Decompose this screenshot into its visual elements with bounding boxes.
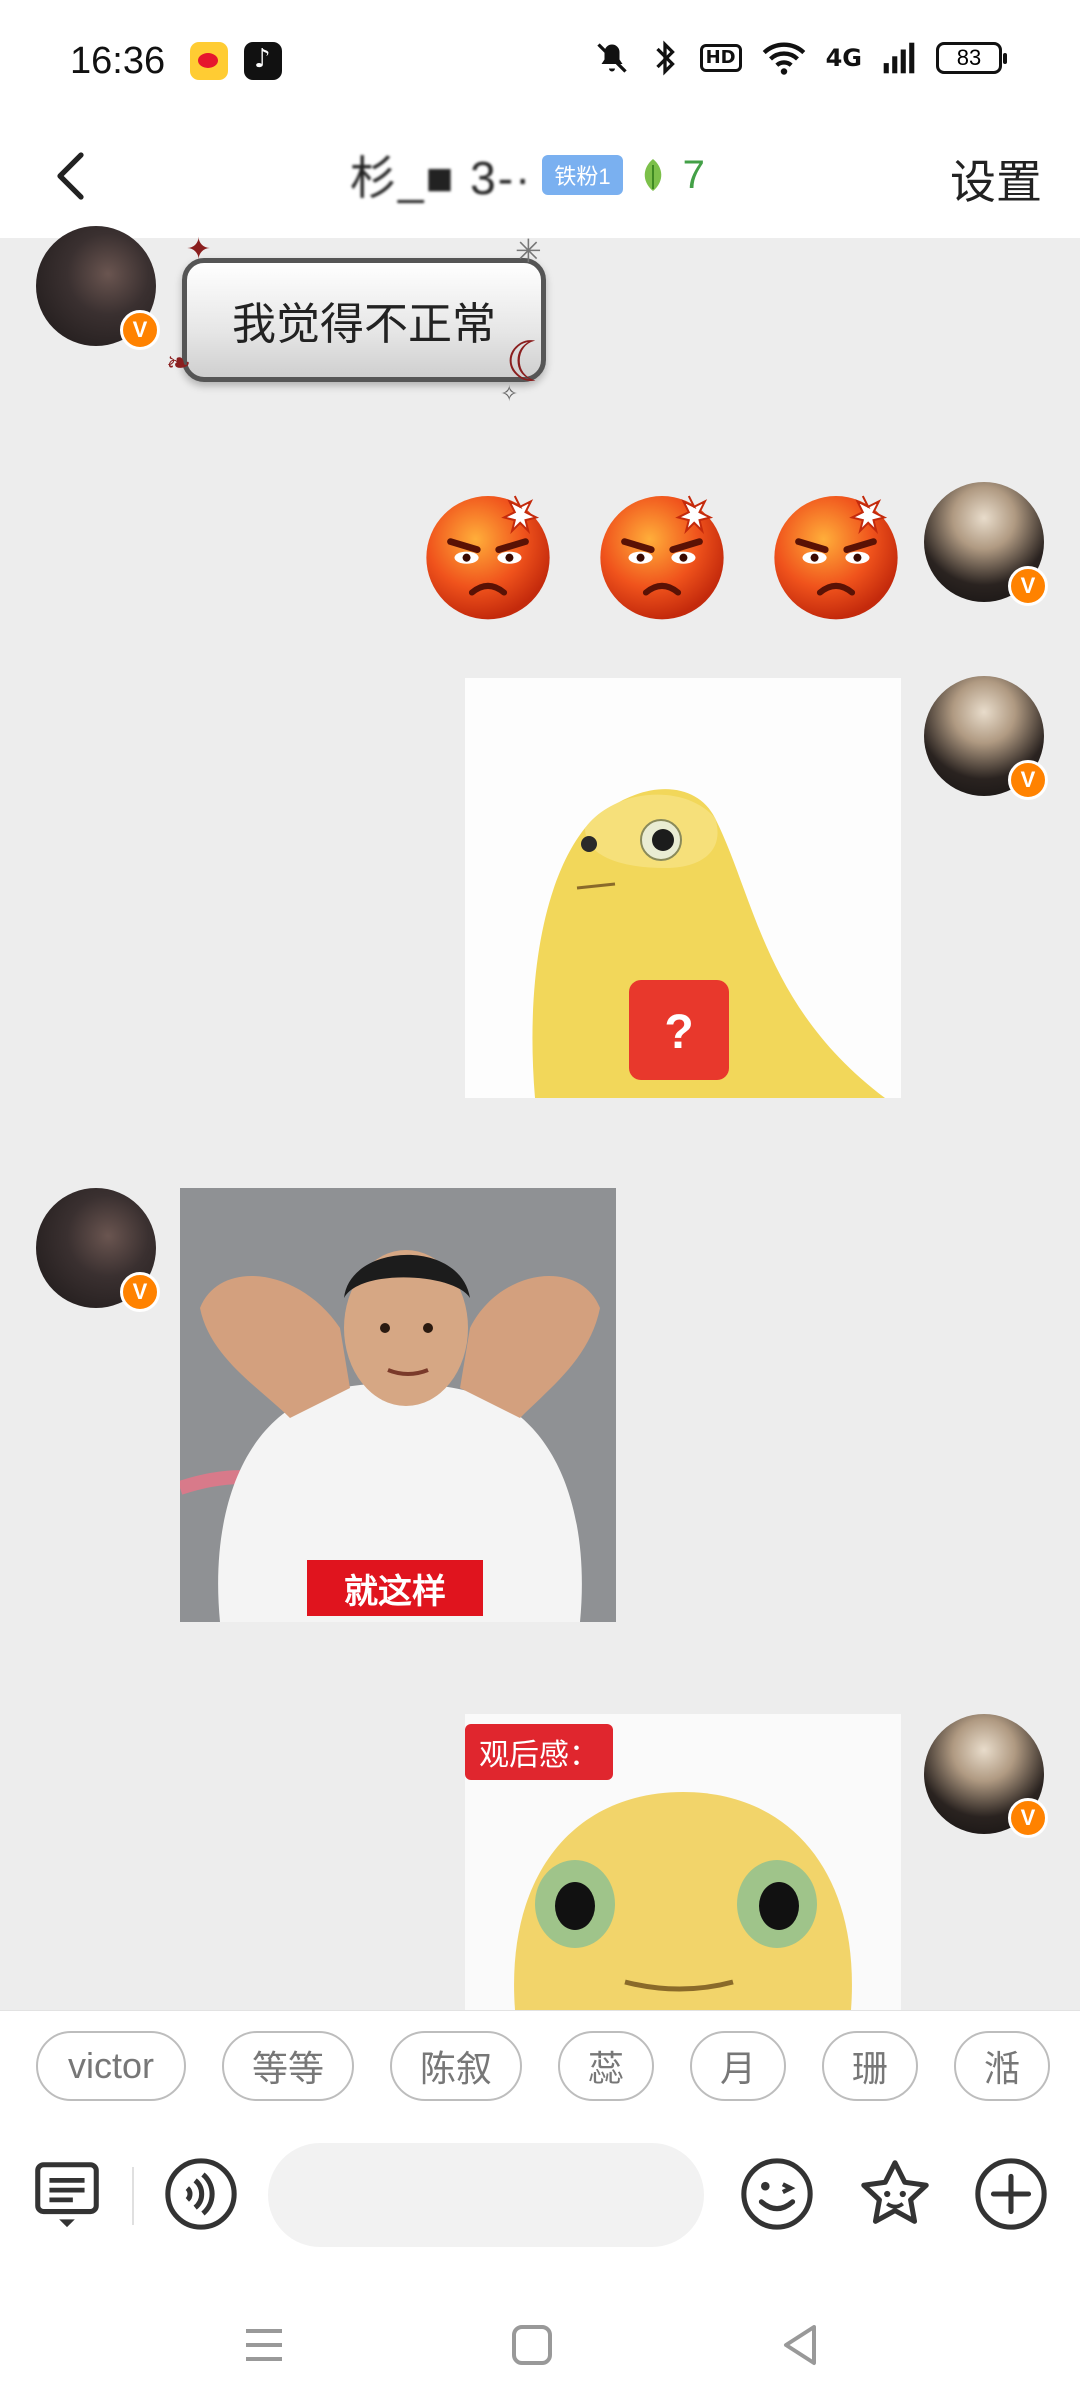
quick-reply-chip[interactable]: 蕊	[558, 2031, 654, 2101]
battery-icon: 83	[936, 42, 1007, 74]
settings-button[interactable]: 设置	[950, 146, 1042, 212]
weibo-app-icon	[190, 42, 228, 80]
yellow-bird-illustration: ?	[532, 789, 885, 1098]
fan-count: 7	[682, 152, 705, 197]
snowflake-decoration-icon: ✳	[515, 232, 542, 270]
chat-title-group[interactable]: 杉_■ 3-· 铁粉1 7	[350, 142, 705, 208]
hd-icon: HD	[699, 44, 742, 72]
quick-reply-chip[interactable]: 湉	[954, 2031, 1050, 2101]
voice-icon[interactable]	[162, 2155, 240, 2233]
quick-reply-chip[interactable]: victor	[36, 2031, 186, 2101]
quick-reply-chip[interactable]: 珊	[822, 2031, 918, 2101]
system-nav-bar	[0, 2275, 1080, 2400]
chat-screen: 16:36 HD 4G 83 杉_■ 3-· 铁粉1 7 设置 V 我觉得不正常…	[0, 0, 1080, 2400]
man-sticker[interactable]: 就这样	[180, 1188, 616, 1622]
bluetooth-icon	[655, 40, 675, 76]
contact-avatar[interactable]: V	[36, 226, 160, 350]
sticker-star-icon[interactable]	[856, 2155, 934, 2233]
man-illustration	[180, 1188, 616, 1622]
quick-reply-chip[interactable]: 月	[690, 2031, 786, 2101]
svg-text:?: ?	[664, 1006, 693, 1059]
chat-header: 杉_■ 3-· 铁粉1 7 设置	[0, 120, 1080, 238]
message-input-bar	[0, 2125, 1080, 2275]
quick-reply-bar: victor 等等 陈叙 蕊 月 珊 湉	[0, 2010, 1080, 2125]
sticker-caption: 观后感：	[465, 1724, 613, 1780]
quick-reply-chip[interactable]: 陈叙	[390, 2031, 522, 2101]
verified-badge-icon: V	[120, 1272, 160, 1312]
signal-icon	[883, 42, 915, 74]
status-time: 16:36	[70, 40, 166, 82]
fan-level-badge: 铁粉1	[542, 155, 623, 195]
input-divider	[132, 2167, 134, 2225]
back-triangle-icon[interactable]	[770, 2315, 830, 2375]
status-icons: HD 4G 83	[594, 40, 1007, 76]
verified-badge-icon: V	[1008, 1798, 1048, 1838]
leaf-icon	[644, 159, 661, 191]
angry-face-emoji-icon[interactable]	[421, 488, 555, 622]
contact-avatar[interactable]: V	[36, 1188, 160, 1312]
ribbon-decoration-icon: ❧	[166, 346, 192, 381]
menu-list-icon[interactable]	[28, 2155, 106, 2233]
message-input[interactable]	[268, 2143, 704, 2247]
home-square-icon[interactable]	[502, 2315, 562, 2375]
battery-level: 83	[956, 45, 982, 70]
yellow-bird-closeup-sticker[interactable]: 观后感：	[465, 1714, 901, 2010]
wifi-icon	[762, 42, 805, 75]
angry-face-emoji-icon[interactable]	[769, 488, 903, 622]
mute-icon	[596, 43, 627, 73]
my-avatar[interactable]: V	[924, 1714, 1048, 1838]
back-arrow-icon[interactable]	[42, 146, 102, 206]
status-bar: 16:36 HD 4G 83	[0, 0, 1080, 120]
angry-face-emoji-icon[interactable]	[595, 488, 729, 622]
star-decoration-icon: ✧	[500, 382, 519, 407]
my-avatar[interactable]: V	[924, 482, 1048, 606]
yellow-bird-question-sticker[interactable]: ?	[465, 678, 901, 1098]
sparkle-decoration-icon: ✦	[186, 232, 212, 267]
quick-reply-chip[interactable]: 等等	[222, 2031, 354, 2101]
douyin-app-icon	[244, 42, 282, 80]
sticker-caption: 就这样	[307, 1560, 483, 1616]
network-type-label: 4G	[825, 44, 862, 72]
emoji-icon[interactable]	[738, 2155, 816, 2233]
chat-title: 杉_■ 3-·	[350, 152, 533, 204]
verified-badge-icon: V	[1008, 760, 1048, 800]
my-avatar[interactable]: V	[924, 676, 1048, 800]
message-bubble-text[interactable]: 我觉得不正常	[182, 258, 546, 382]
verified-badge-icon: V	[120, 310, 160, 350]
add-plus-icon[interactable]	[972, 2155, 1050, 2233]
verified-badge-icon: V	[1008, 566, 1048, 606]
recent-apps-icon[interactable]	[234, 2315, 294, 2375]
